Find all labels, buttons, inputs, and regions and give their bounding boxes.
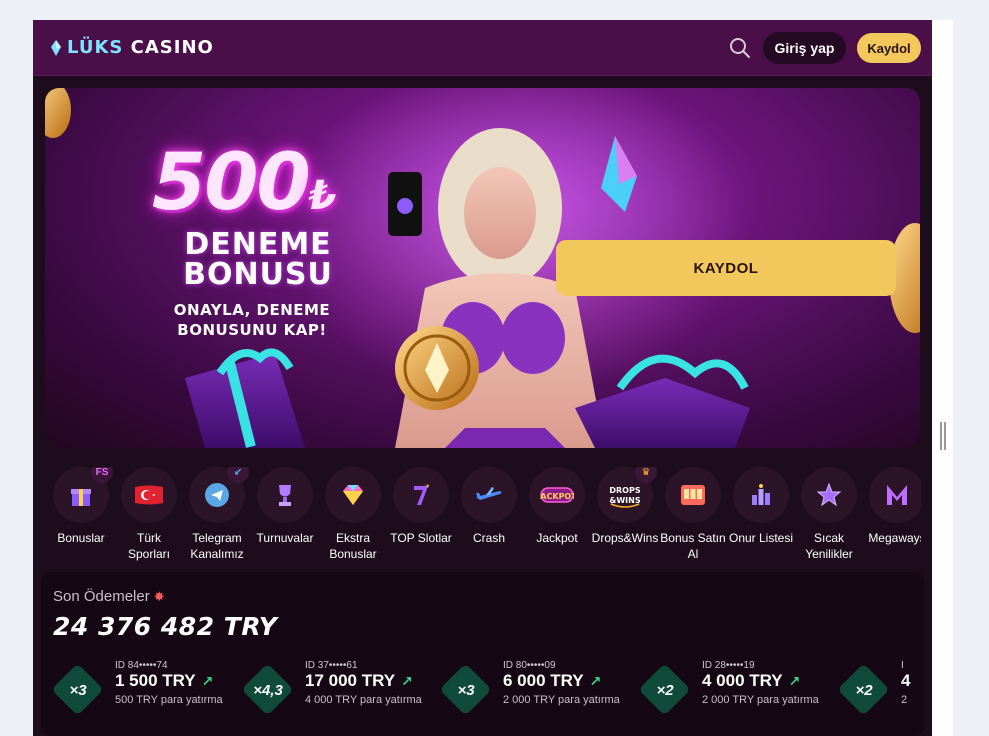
diamond-icon xyxy=(325,467,381,523)
logo[interactable]: LÜKS CASINO xyxy=(51,37,214,58)
arrow-up-right-icon: ↗ xyxy=(201,673,214,689)
arrow-badge-icon: ↙ xyxy=(227,467,249,483)
slot-machine-icon xyxy=(665,467,721,523)
search-icon[interactable] xyxy=(728,36,752,60)
side-panel xyxy=(932,20,953,736)
casino-app: LÜKS CASINO Giriş yap Kaydol 500₺ DENEME… xyxy=(33,20,932,736)
category-label: Bonuslar xyxy=(57,531,105,545)
category-top-slotlar[interactable]: TOP Slotlar xyxy=(387,467,455,546)
category-ekstra-bonuslar[interactable]: Ekstra Bonuslar xyxy=(319,467,387,562)
badge: FS xyxy=(91,467,113,483)
payout-amount: 1 500 TRY ↗ xyxy=(115,671,214,690)
sparkle-icon: ✸ xyxy=(153,589,165,604)
payout-deposit: 500 TRY para yatırma xyxy=(115,694,223,706)
gem-logo-icon xyxy=(51,39,61,56)
jackpot-icon: JACKPOT xyxy=(529,467,585,523)
turkish-flag-icon xyxy=(121,467,177,523)
category-label: TOP Slotlar xyxy=(390,531,452,545)
category-label: Megaways xyxy=(868,531,921,545)
resize-handle[interactable] xyxy=(940,422,946,450)
category-label: Türk Sporları xyxy=(127,531,171,561)
category-label: Sıcak Yenilikler xyxy=(805,531,853,561)
category-megaways[interactable]: Megaways xyxy=(863,467,921,546)
category-label: Onur Listesi xyxy=(728,531,794,545)
payouts-total: 24 376 482 TRY xyxy=(53,612,278,641)
payout-user-id: ID 37•••••61 xyxy=(305,660,358,671)
payout-amount: 17 000 TRY ↗ xyxy=(305,671,413,690)
arrow-up-right-icon: ↗ xyxy=(401,673,413,689)
payout-deposit: 2 xyxy=(901,694,908,706)
category-label: Drops&Wins xyxy=(591,531,659,545)
payouts-title: Son Ödemeler ✸ xyxy=(53,588,165,605)
category-drops-wins[interactable]: DROPS &WINS ♛ Drops&Wins xyxy=(591,467,659,546)
category-crash[interactable]: Crash xyxy=(455,467,523,546)
category-onur-listesi[interactable]: Onur Listesi xyxy=(727,467,795,546)
bonus-subtitle: ONAYLA, DENEME BONUSUNU KAP! xyxy=(173,301,331,339)
signup-button[interactable]: Kaydol xyxy=(857,33,921,63)
category-turk-sporlari[interactable]: Türk Sporları xyxy=(115,467,183,562)
svg-text:DROPS: DROPS xyxy=(609,486,640,495)
banner-signup-button[interactable]: KAYDOL xyxy=(556,240,896,296)
drops-wins-icon: DROPS &WINS ♛ xyxy=(597,467,657,523)
category-label: Jackpot xyxy=(536,531,578,545)
category-jackpot[interactable]: JACKPOT Jackpot xyxy=(523,467,591,546)
payout-deposit: 2 000 TRY para yatırma xyxy=(503,694,620,706)
category-label: Ekstra Bonuslar xyxy=(329,531,377,561)
category-label: Telegram Kanalımız xyxy=(190,531,244,561)
category-label: Bonus Satın Al xyxy=(660,531,726,561)
gift-icon: FS xyxy=(53,467,113,523)
megaways-icon xyxy=(869,467,921,523)
category-telegram[interactable]: ↙ Telegram Kanalımız xyxy=(183,467,251,562)
category-label: Crash xyxy=(472,531,505,545)
arrow-up-right-icon: ↗ xyxy=(788,673,801,689)
coin-left-top xyxy=(45,88,71,138)
payout-amount: 6 000 TRY ↗ xyxy=(503,671,602,690)
payout-user-id: ID 84•••••74 xyxy=(115,660,168,671)
telegram-icon: ↙ xyxy=(189,467,249,523)
multiplier-badge: ×3 xyxy=(53,663,104,716)
svg-text:&WINS: &WINS xyxy=(609,496,640,505)
payout-user-id: ID 28•••••19 xyxy=(702,660,755,671)
category-turnuvalar[interactable]: Turnuvalar xyxy=(251,467,319,546)
payout-user-id: I xyxy=(901,660,904,671)
multiplier-badge: ×3 xyxy=(439,663,492,716)
logo-text: LÜKS CASINO xyxy=(67,37,214,58)
payout-deposit: 2 000 TRY para yatırma xyxy=(702,694,819,706)
category-bonus-satin-al[interactable]: Bonus Satın Al xyxy=(659,467,727,562)
payouts-list: ×3 ID 84•••••74 1 500 TRY ↗ 500 TRY para … xyxy=(53,660,921,720)
fire-badge-icon: ♛ xyxy=(635,467,657,483)
multiplier-badge: ×2 xyxy=(837,663,890,716)
top-bar: LÜKS CASINO Giriş yap Kaydol xyxy=(33,20,932,76)
plane-icon xyxy=(461,467,517,523)
seven-icon xyxy=(393,467,449,523)
multiplier-badge: ×2 xyxy=(638,663,691,716)
payout-user-id: ID 80•••••09 xyxy=(503,660,556,671)
multiplier-badge: ×4,3 xyxy=(241,663,294,716)
svg-text:JACKPOT: JACKPOT xyxy=(540,492,574,501)
payout-amount: 4 000 TRY ↗ xyxy=(702,671,801,690)
bonus-title: DENEME BONUSU xyxy=(183,227,333,292)
trophy-icon xyxy=(257,467,313,523)
bonus-amount: 500₺ xyxy=(152,138,337,228)
arrow-up-right-icon: ↗ xyxy=(589,673,602,689)
category-label: Turnuvalar xyxy=(256,531,314,545)
login-button[interactable]: Giriş yap xyxy=(763,32,846,64)
star-icon xyxy=(801,467,857,523)
leaderboard-icon xyxy=(733,467,789,523)
payout-deposit: 4 000 TRY para yatırma xyxy=(305,694,422,706)
recent-payouts: Son Ödemeler ✸ 24 376 482 TRY ×3 ID 84•••… xyxy=(41,572,924,736)
category-strip: FS Bonuslar Türk Sporları ↙ Telegram Kan… xyxy=(47,467,921,563)
category-bonuslar[interactable]: FS Bonuslar xyxy=(47,467,115,546)
category-sicak-yenilikler[interactable]: Sıcak Yenilikler xyxy=(795,467,863,562)
payout-amount: 4 xyxy=(901,671,911,690)
promo-banner[interactable]: 500₺ DENEME BONUSU ONAYLA, DENEME BONUSU… xyxy=(45,88,920,448)
